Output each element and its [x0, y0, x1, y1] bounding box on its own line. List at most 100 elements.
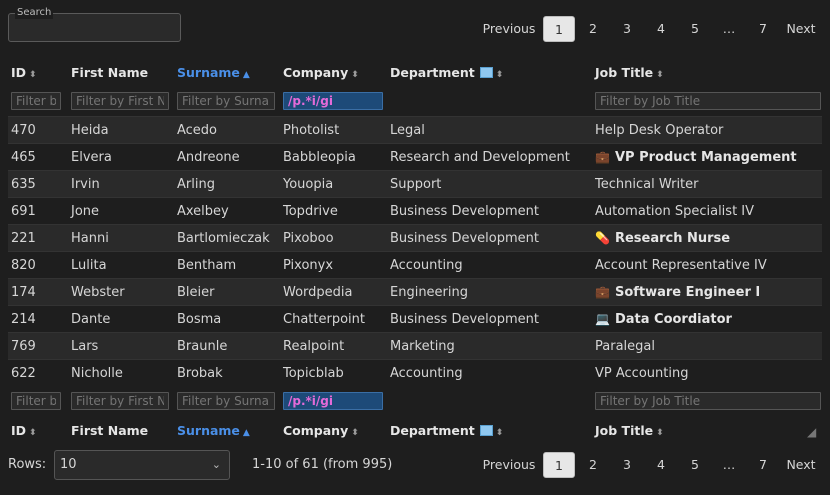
data-table: ID ⬍ First Name Surname ▲ Company ⬍ Departm…	[8, 58, 822, 444]
record-count: 1-10 of 61 (from 995)	[252, 457, 393, 472]
cell-surname: Acedo	[171, 116, 277, 144]
next-button[interactable]: Next	[780, 452, 822, 478]
cell-first-name: Lars	[65, 332, 171, 360]
filter-surname-input[interactable]	[177, 392, 275, 410]
cell-department: Marketing	[384, 332, 589, 360]
page-button-1[interactable]: 1	[543, 452, 575, 478]
page-button-1[interactable]: 1	[543, 16, 575, 42]
cell-department: Support	[384, 170, 589, 198]
table-row: 691 Jone Axelbey Topdrive Business Developme…	[8, 197, 822, 225]
page-button-3[interactable]: 3	[610, 452, 644, 478]
cell-first-name: Elvera	[65, 143, 171, 171]
rows-per-page-select[interactable]: 10 ⌄	[54, 450, 230, 480]
table-row: 465 Elvera Andreone Babbleopia Research and …	[8, 143, 822, 171]
chart-icon	[479, 424, 493, 436]
table-row: 470 Heida Acedo Photolist Legal Help Desk Ope…	[8, 116, 822, 144]
cell-id: 214	[8, 305, 65, 333]
page-button-7[interactable]: 7	[746, 452, 780, 478]
filter-job-title-input[interactable]	[595, 392, 821, 410]
cell-surname: Brobak	[171, 359, 277, 386]
column-label: ID	[11, 422, 27, 438]
column-label: First Name	[71, 422, 149, 438]
column-header-job-title[interactable]: Job Title ⬍	[589, 58, 822, 86]
filter-first-name-input[interactable]	[71, 392, 169, 410]
job-title-text: Technical Writer	[595, 176, 699, 192]
cell-id: 470	[8, 116, 65, 144]
column-header-department[interactable]: Department ⬍	[384, 416, 589, 444]
column-header-surname[interactable]: Surname ▲	[171, 416, 277, 444]
page-button-5[interactable]: 5	[678, 16, 712, 42]
cell-company: Wordpedia	[277, 278, 384, 306]
filter-job-title-input[interactable]	[595, 92, 821, 110]
column-label: Surname	[177, 422, 240, 438]
page-button-7[interactable]: 7	[746, 16, 780, 42]
cell-first-name: Jone	[65, 197, 171, 225]
cell-job-title: Paralegal	[589, 332, 822, 360]
cell-department: Engineering	[384, 278, 589, 306]
column-header-id[interactable]: ID ⬍	[8, 416, 65, 444]
table-row: 820 Lulita Bentham Pixonyx Accounting Account…	[8, 251, 822, 279]
column-label: Company	[283, 422, 349, 438]
filter-surname-input[interactable]	[177, 92, 275, 110]
sort-icon: ⬍	[495, 427, 504, 438]
page-button-2[interactable]: 2	[576, 16, 610, 42]
cell-first-name: Dante	[65, 305, 171, 333]
cell-first-name: Nicholle	[65, 359, 171, 386]
cell-id: 691	[8, 197, 65, 225]
resize-handle-icon[interactable]: ◢	[807, 425, 821, 439]
page-button-5[interactable]: 5	[678, 452, 712, 478]
filter-row-bottom	[8, 386, 822, 416]
cell-id: 174	[8, 278, 65, 306]
briefcase-icon: 💼	[595, 284, 610, 299]
column-header-job-title[interactable]: Job Title ⬍	[589, 416, 822, 444]
cell-surname: Axelbey	[171, 197, 277, 225]
cell-job-title: Account Representative IV	[589, 251, 822, 279]
cell-company: Babbleopia	[277, 143, 384, 171]
column-header-department[interactable]: Department ⬍	[384, 58, 589, 86]
cell-department: Business Development	[384, 224, 589, 252]
chart-icon	[479, 66, 493, 78]
cell-company: Topdrive	[277, 197, 384, 225]
job-title-text: Software Engineer I	[614, 284, 761, 300]
table-row: 221 Hanni Bartlomieczak Pixoboo Business Dev…	[8, 224, 822, 252]
column-header-company[interactable]: Company ⬍	[277, 416, 384, 444]
filter-id-input[interactable]	[11, 92, 61, 110]
sort-icon: ⬍	[351, 69, 359, 80]
filter-first-name-input[interactable]	[71, 92, 169, 110]
cell-first-name: Heida	[65, 116, 171, 144]
sort-icon: ⬍	[656, 69, 664, 80]
cell-job-title: Technical Writer	[589, 170, 822, 198]
table-row: 635 Irvin Arling Youopia Support Technical Wr…	[8, 170, 822, 198]
column-label: Department	[390, 64, 475, 80]
table-row: 622 Nicholle Brobak Topicblab Accounting VP A…	[8, 359, 822, 386]
previous-button[interactable]: Previous	[476, 16, 542, 42]
cell-job-title: Help Desk Operator	[589, 116, 822, 144]
column-header-surname[interactable]: Surname ▲	[171, 58, 277, 86]
header-row-top: ID ⬍ First Name Surname ▲ Company ⬍ Departm…	[8, 58, 822, 86]
sort-icon: ⬍	[656, 427, 664, 438]
cell-id: 635	[8, 170, 65, 198]
filter-company-input[interactable]	[283, 92, 383, 110]
page-button-4[interactable]: 4	[644, 452, 678, 478]
page-button-2[interactable]: 2	[576, 452, 610, 478]
pill-icon: 💊	[595, 230, 610, 245]
sort-ascending-icon: ▲	[242, 69, 250, 80]
filter-company-input[interactable]	[283, 392, 383, 410]
pagination-top: Previous 1 2 3 4 5 … 7 Next	[476, 16, 822, 42]
column-header-company[interactable]: Company ⬍	[277, 58, 384, 86]
page-button-4[interactable]: 4	[644, 16, 678, 42]
column-header-id[interactable]: ID ⬍	[8, 58, 65, 86]
cell-surname: Braunle	[171, 332, 277, 360]
page-button-3[interactable]: 3	[610, 16, 644, 42]
column-header-first-name[interactable]: First Name	[65, 58, 171, 86]
sort-icon: ⬍	[495, 69, 504, 80]
column-label: Surname	[177, 64, 240, 80]
column-label: ID	[11, 64, 27, 80]
search-input[interactable]: Search	[8, 7, 181, 42]
next-button[interactable]: Next	[780, 16, 822, 42]
previous-button[interactable]: Previous	[476, 452, 542, 478]
filter-id-input[interactable]	[11, 392, 61, 410]
column-header-first-name[interactable]: First Name	[65, 416, 171, 444]
column-label: Job Title	[595, 64, 654, 80]
search-label: Search	[15, 7, 54, 19]
